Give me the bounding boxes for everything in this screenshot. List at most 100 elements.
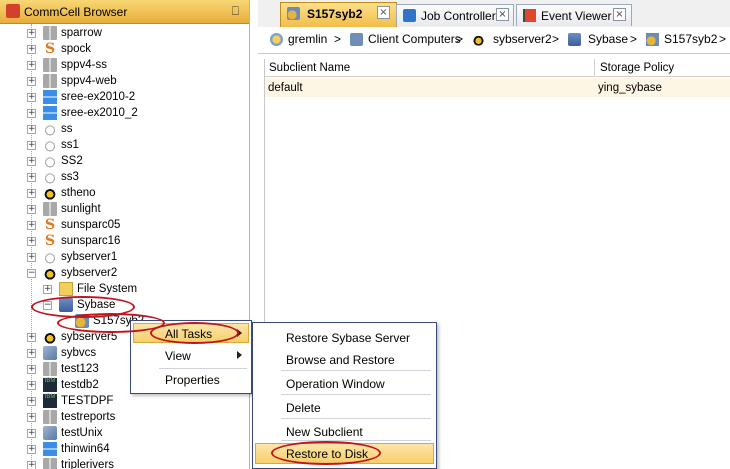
tree-item-label: thinwin64 bbox=[61, 443, 110, 455]
tree-item[interactable]: + sybserver1 bbox=[0, 250, 249, 266]
tab-close-icon[interactable]: × bbox=[613, 8, 626, 21]
tab-label: S157syb2 bbox=[307, 7, 363, 21]
tab-label: Event Viewer bbox=[541, 9, 612, 23]
tree-item-label: sybserver5 bbox=[61, 331, 118, 343]
expand-icon[interactable]: + bbox=[27, 365, 36, 374]
tab-job-controller[interactable]: Job Controller × bbox=[396, 4, 514, 26]
expand-icon[interactable]: + bbox=[27, 333, 36, 342]
breadcrumb-sybserver2[interactable]: sybserver2 bbox=[493, 32, 552, 46]
pin-icon[interactable]: ⎕ bbox=[232, 4, 239, 19]
breadcrumb-separator: > bbox=[630, 32, 638, 46]
expand-icon[interactable]: + bbox=[27, 381, 36, 390]
expand-icon[interactable]: + bbox=[27, 253, 36, 262]
expand-icon[interactable]: + bbox=[27, 413, 36, 422]
breadcrumb-client-computers[interactable]: Client Computers bbox=[368, 32, 461, 46]
tree-item-label: sree-ex2010_2 bbox=[61, 107, 138, 119]
expand-icon[interactable]: + bbox=[27, 93, 36, 102]
tree-item-label: testUnix bbox=[61, 427, 103, 439]
folder-icon bbox=[59, 282, 73, 296]
menu-separator bbox=[281, 394, 431, 395]
collapse-icon[interactable]: − bbox=[27, 269, 36, 278]
expand-icon[interactable]: + bbox=[27, 157, 36, 166]
linux-grey-icon bbox=[43, 122, 57, 136]
column-header-storage-policy[interactable]: Storage Policy bbox=[596, 59, 730, 77]
menu-item-properties[interactable]: Properties bbox=[165, 373, 220, 387]
tab-close-icon[interactable]: × bbox=[496, 8, 509, 21]
solaris-icon: S bbox=[44, 41, 56, 57]
tree-item[interactable]: + sree-ex2010-2 bbox=[0, 90, 249, 106]
expand-icon[interactable]: + bbox=[27, 429, 36, 438]
tree-item[interactable]: + triplerivers bbox=[0, 458, 249, 469]
breadcrumb-sybase[interactable]: Sybase bbox=[588, 32, 628, 46]
tree-item[interactable]: + ss1 bbox=[0, 138, 249, 154]
expand-icon[interactable]: + bbox=[27, 125, 36, 134]
collapse-icon[interactable]: − bbox=[43, 301, 52, 310]
tab-close-icon[interactable]: × bbox=[377, 6, 390, 19]
expand-icon[interactable]: + bbox=[27, 461, 36, 469]
expand-icon[interactable]: + bbox=[43, 285, 52, 294]
menu-item-delete[interactable]: Delete bbox=[286, 401, 321, 415]
tree-item[interactable]: + sree-ex2010_2 bbox=[0, 106, 249, 122]
expand-icon[interactable]: + bbox=[27, 205, 36, 214]
breadcrumb-s157syb2[interactable]: S157syb2 bbox=[664, 32, 717, 46]
expand-icon[interactable]: + bbox=[27, 29, 36, 38]
subclient-icon bbox=[75, 314, 89, 328]
network-icon bbox=[43, 426, 57, 440]
column-header-subclient-name[interactable]: Subclient Name bbox=[265, 59, 595, 77]
tree-item-label: sybvcs bbox=[61, 347, 97, 359]
tree-item[interactable]: + IBM TESTDPF bbox=[0, 394, 249, 410]
tree-item[interactable]: + Sspock bbox=[0, 42, 249, 58]
grey-windows-icon bbox=[43, 202, 57, 216]
tree-item[interactable]: + testreports bbox=[0, 410, 249, 426]
breadcrumb-gremlin[interactable]: gremlin bbox=[288, 32, 327, 46]
menu-item-browse-and-restore[interactable]: Browse and Restore bbox=[286, 353, 395, 367]
tree-item-label: File System bbox=[77, 283, 138, 295]
table-cell-subclient[interactable]: default bbox=[266, 79, 303, 97]
database-icon bbox=[568, 33, 581, 46]
tree-item-label: Sybase bbox=[77, 299, 116, 311]
tree-item[interactable]: + sppv4-web bbox=[0, 74, 249, 90]
menu-item-view[interactable]: View bbox=[165, 349, 191, 363]
tree-item[interactable]: − Sybase bbox=[0, 298, 249, 314]
expand-icon[interactable]: + bbox=[27, 141, 36, 150]
tree-item[interactable]: + Ssunsparc05 bbox=[0, 218, 249, 234]
menu-item-new-subclient[interactable]: New Subclient bbox=[286, 425, 363, 439]
expand-icon[interactable]: + bbox=[27, 109, 36, 118]
tree-item[interactable]: + File System bbox=[0, 282, 249, 298]
expand-icon[interactable]: + bbox=[27, 173, 36, 182]
tree-item-label: ss1 bbox=[61, 139, 79, 151]
menu-item-restore-sybase-server[interactable]: Restore Sybase Server bbox=[286, 331, 410, 345]
tree-item[interactable]: + ss bbox=[0, 122, 249, 138]
subclient-icon bbox=[646, 33, 659, 46]
menu-item-restore-to-disk[interactable]: Restore to Disk bbox=[286, 447, 368, 461]
expand-icon[interactable]: + bbox=[27, 189, 36, 198]
menu-item-operation-window[interactable]: Operation Window bbox=[286, 377, 385, 391]
tab-event-viewer[interactable]: Event Viewer × bbox=[516, 4, 632, 26]
tree-item[interactable]: + SS2 bbox=[0, 154, 249, 170]
flag-icon bbox=[523, 9, 536, 22]
tree-item[interactable]: + stheno bbox=[0, 186, 249, 202]
tree-item[interactable]: + sppv4-ss bbox=[0, 58, 249, 74]
tree-item[interactable]: + ss3 bbox=[0, 170, 249, 186]
expand-icon[interactable]: + bbox=[27, 237, 36, 246]
tree-item[interactable]: + sunlight bbox=[0, 202, 249, 218]
expand-icon[interactable]: + bbox=[27, 77, 36, 86]
tree-item[interactable]: + Ssunsparc16 bbox=[0, 234, 249, 250]
expand-icon[interactable]: + bbox=[27, 349, 36, 358]
expand-icon[interactable]: + bbox=[27, 221, 36, 230]
menu-separator bbox=[281, 440, 431, 441]
tree-item[interactable]: + sparrow bbox=[0, 26, 249, 42]
expand-icon[interactable]: + bbox=[27, 397, 36, 406]
expand-icon[interactable]: + bbox=[27, 45, 36, 54]
tree-item[interactable]: − sybserver2 bbox=[0, 266, 249, 282]
menu-item-all-tasks[interactable]: All Tasks bbox=[165, 327, 212, 341]
expand-icon[interactable]: + bbox=[27, 61, 36, 70]
tab-s157syb2[interactable]: S157syb2 × bbox=[280, 2, 397, 27]
linux-icon bbox=[472, 33, 485, 46]
tree-item[interactable]: + thinwin64 bbox=[0, 442, 249, 458]
expand-icon[interactable]: + bbox=[27, 445, 36, 454]
breadcrumb-separator: > bbox=[552, 32, 560, 46]
tree-item[interactable]: + testUnix bbox=[0, 426, 249, 442]
table-cell-storage-policy[interactable]: ying_sybase bbox=[596, 79, 662, 97]
solaris-icon: S bbox=[44, 233, 56, 249]
